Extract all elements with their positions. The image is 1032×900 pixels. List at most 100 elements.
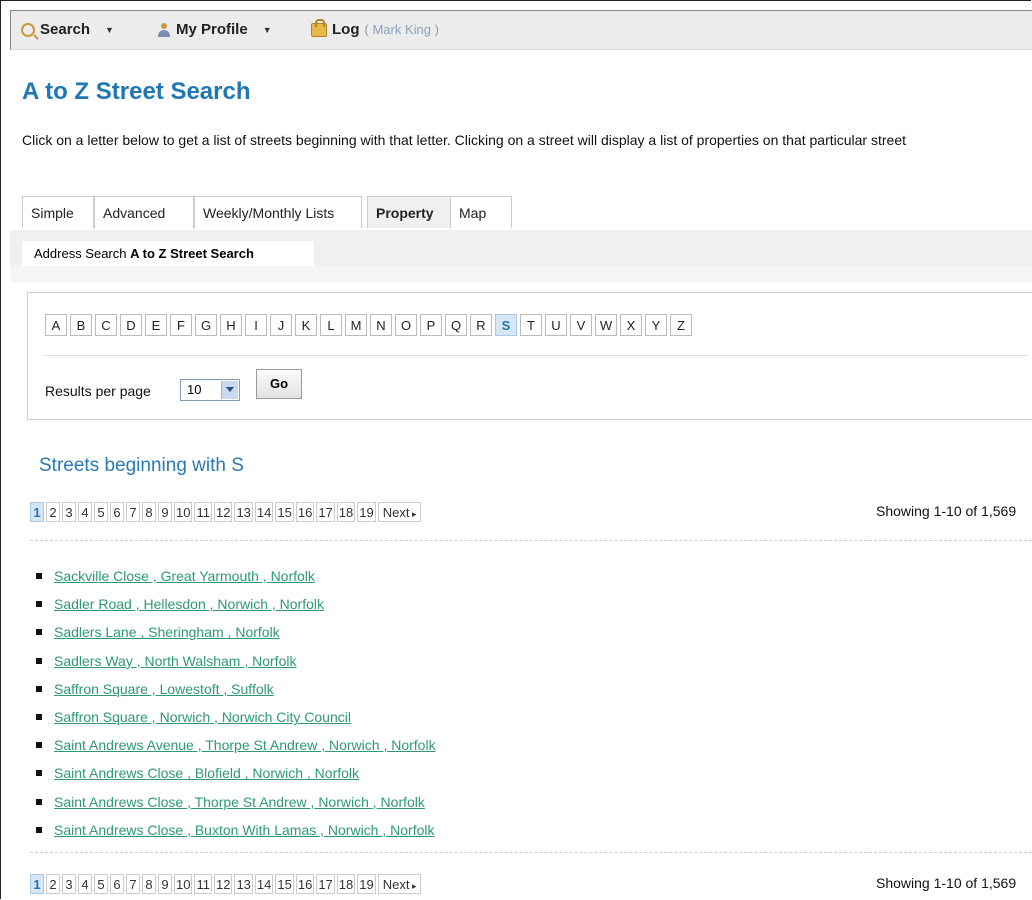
page-8-link[interactable]: 8: [142, 874, 156, 894]
letter-c[interactable]: C: [95, 314, 117, 336]
page-11-link[interactable]: 11: [194, 874, 212, 894]
street-link[interactable]: Saffron Square , Norwich , Norwich City …: [54, 709, 351, 725]
list-item: Saint Andrews Close , Blofield , Norwich…: [36, 759, 436, 787]
subtab-a-to-z[interactable]: Address Search A to Z Street Search: [22, 241, 314, 267]
page-7-link[interactable]: 7: [126, 874, 140, 894]
page-6-link[interactable]: 6: [110, 502, 124, 522]
page-1-link[interactable]: 1: [30, 874, 44, 894]
page-8-link[interactable]: 8: [142, 502, 156, 522]
bullet-icon: [36, 657, 42, 664]
list-item: Sadler Road , Hellesdon , Norwich , Norf…: [36, 590, 436, 618]
bullet-icon: [36, 742, 42, 749]
street-link[interactable]: Saffron Square , Lowestoft , Suffolk: [54, 681, 274, 697]
page-17-link[interactable]: 17: [316, 874, 335, 894]
page-1-link[interactable]: 1: [30, 502, 44, 522]
tab-weekly-monthly-lists[interactable]: Weekly/Monthly Lists: [194, 196, 362, 228]
page-13-link[interactable]: 13: [234, 502, 253, 522]
page-5-link[interactable]: 5: [94, 874, 108, 894]
tab-simple[interactable]: Simple: [22, 196, 94, 228]
page-18-link[interactable]: 18: [336, 874, 356, 894]
results-heading: Streets beginning with S: [39, 455, 244, 476]
page-12-link[interactable]: 12: [213, 874, 233, 894]
street-link[interactable]: Saint Andrews Close , Thorpe St Andrew ,…: [54, 794, 425, 810]
letter-e[interactable]: E: [145, 314, 167, 336]
page-16-link[interactable]: 16: [295, 874, 315, 894]
page-12-link[interactable]: 12: [213, 502, 233, 522]
letter-o[interactable]: O: [395, 314, 417, 336]
page-18-link[interactable]: 18: [336, 502, 356, 522]
letter-s[interactable]: S: [495, 314, 517, 336]
log-menu[interactable]: Log ( Mark King ): [311, 18, 439, 38]
pagination-top: 1 2 3 4 5 6 7 8 9 10 11 12 13 14 15 16 17 18 19 Next ▸: [30, 502, 422, 522]
page-5-link[interactable]: 5: [94, 502, 108, 522]
letter-a[interactable]: A: [45, 314, 67, 336]
tab-advanced[interactable]: Advanced: [94, 196, 194, 228]
search-menu[interactable]: Search ▼: [21, 21, 114, 38]
street-link[interactable]: Sadlers Way , North Walsham , Norfolk: [54, 653, 296, 669]
page-13-link[interactable]: 13: [234, 874, 253, 894]
page-15-link[interactable]: 15: [275, 502, 294, 522]
page-2-link[interactable]: 2: [46, 874, 60, 894]
letter-i[interactable]: I: [245, 314, 267, 336]
results-per-page-select[interactable]: 10: [180, 379, 240, 401]
page-11-link[interactable]: 11: [194, 502, 212, 522]
page-6-link[interactable]: 6: [110, 874, 124, 894]
my-profile-menu[interactable]: My Profile ▼: [157, 21, 272, 38]
letter-h[interactable]: H: [220, 314, 242, 336]
page-16-link[interactable]: 16: [295, 502, 315, 522]
street-link[interactable]: Saint Andrews Close , Blofield , Norwich…: [54, 765, 359, 781]
letter-b[interactable]: B: [70, 314, 92, 336]
list-item: Sackville Close , Great Yarmouth , Norfo…: [36, 562, 436, 590]
page-14-link[interactable]: 14: [254, 874, 274, 894]
letter-p[interactable]: P: [420, 314, 442, 336]
letter-u[interactable]: U: [545, 314, 567, 336]
letter-z[interactable]: Z: [670, 314, 692, 336]
letter-n[interactable]: N: [370, 314, 392, 336]
page-15-link[interactable]: 15: [275, 874, 294, 894]
tab-map[interactable]: Map: [450, 196, 512, 228]
page-9-link[interactable]: 9: [158, 874, 172, 894]
letter-d[interactable]: D: [120, 314, 142, 336]
letter-w[interactable]: W: [595, 314, 617, 336]
letter-l[interactable]: L: [320, 314, 342, 336]
street-link[interactable]: Sackville Close , Great Yarmouth , Norfo…: [54, 568, 315, 584]
street-link[interactable]: Saint Andrews Avenue , Thorpe St Andrew …: [54, 737, 436, 753]
letter-f[interactable]: F: [170, 314, 192, 336]
divider: [30, 852, 1032, 853]
street-link[interactable]: Sadlers Lane , Sheringham , Norfolk: [54, 624, 280, 640]
log-label: Log: [332, 21, 360, 38]
letter-k[interactable]: K: [295, 314, 317, 336]
page-2-link[interactable]: 2: [46, 502, 60, 522]
page-10-link[interactable]: 10: [174, 874, 193, 894]
letter-j[interactable]: J: [270, 314, 292, 336]
street-link[interactable]: Sadler Road , Hellesdon , Norwich , Norf…: [54, 596, 324, 612]
next-page-link[interactable]: Next ▸: [377, 502, 422, 522]
letter-v[interactable]: V: [570, 314, 592, 336]
page-10-link[interactable]: 10: [174, 502, 193, 522]
letter-m[interactable]: M: [345, 314, 367, 336]
tab-property[interactable]: Property: [367, 196, 451, 228]
page-19-link[interactable]: 19: [357, 502, 376, 522]
page-19-link[interactable]: 19: [357, 874, 376, 894]
page-3-link[interactable]: 3: [62, 502, 76, 522]
letter-q[interactable]: Q: [445, 314, 467, 336]
street-link[interactable]: Saint Andrews Close , Buxton With Lamas …: [54, 822, 434, 838]
page-4-link[interactable]: 4: [78, 502, 92, 522]
page-17-link[interactable]: 17: [316, 502, 335, 522]
letter-r[interactable]: R: [470, 314, 492, 336]
subtab-address-search[interactable]: Address Search: [34, 246, 127, 261]
letter-g[interactable]: G: [195, 314, 217, 336]
page-4-link[interactable]: 4: [78, 874, 92, 894]
chevron-down-icon: ▼: [105, 24, 114, 35]
letter-y[interactable]: Y: [645, 314, 667, 336]
page-9-link[interactable]: 9: [158, 502, 172, 522]
letter-x[interactable]: X: [620, 314, 642, 336]
bullet-icon: [36, 826, 42, 833]
letter-t[interactable]: T: [520, 314, 542, 336]
letter-bar: ABCDEFGHIJKLMNOPQRSTUVWXYZ: [45, 314, 692, 336]
next-page-link[interactable]: Next ▸: [377, 874, 422, 894]
page-7-link[interactable]: 7: [126, 502, 140, 522]
go-button[interactable]: Go: [256, 369, 302, 399]
page-14-link[interactable]: 14: [254, 502, 274, 522]
page-3-link[interactable]: 3: [62, 874, 76, 894]
